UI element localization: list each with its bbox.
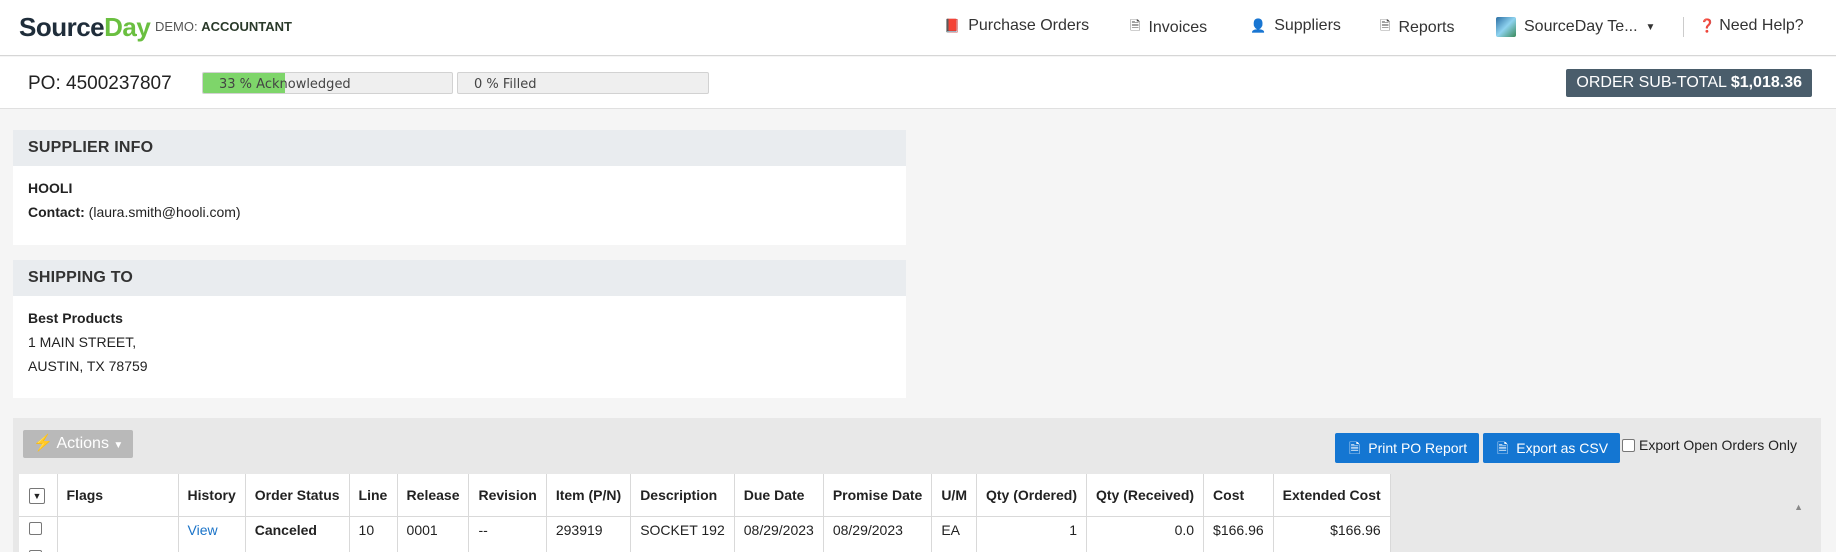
cell-release: 0001 (397, 516, 470, 544)
shipping-to-panel: SHIPPING TO Best Products 1 MAIN STREET,… (13, 260, 906, 398)
po-header: PO: 4500237807 33 % Acknowledged 0 % Fil… (0, 57, 1836, 109)
col-history[interactable]: History (178, 474, 246, 517)
document-icon: 🗎 (1349, 440, 1361, 456)
cell-revision: -- (468, 516, 547, 544)
cell-promise-date: 08/29/2023 (823, 516, 933, 544)
col-promise-date[interactable]: Promise Date (823, 474, 933, 517)
cell-extended-cost: $166.96 (1273, 516, 1391, 544)
col-extended-cost[interactable]: Extended Cost (1273, 474, 1391, 517)
print-po-report-button[interactable]: 🗎 Print PO Report (1335, 433, 1480, 463)
top-navbar: SourceDay DEMO: ACCOUNTANT 📕 Purchase Or… (0, 0, 1836, 56)
contact-icon: 👤 (1250, 18, 1267, 33)
nav-purchase-orders[interactable]: 📕 Purchase Orders (944, 17, 1089, 35)
supplier-name: HOOLI (28, 180, 73, 196)
col-description[interactable]: Description (630, 474, 735, 517)
invoice-icon: 🗎 (1130, 18, 1141, 33)
po-lines-table: ▼ Flags History Order Status Line Releas… (19, 474, 1391, 552)
filled-progress: 0 % Filled (457, 72, 709, 94)
contact-label: Contact: (28, 204, 85, 220)
caret-down-icon: ▼ (113, 440, 124, 451)
nav-divider (1683, 17, 1684, 37)
row-select[interactable] (19, 516, 58, 544)
cell-status: Canceled (245, 516, 350, 544)
demo-role-label: DEMO: ACCOUNTANT (155, 19, 292, 34)
nav-invoices[interactable]: 🗎 Invoices (1130, 17, 1207, 39)
cell-flags (57, 516, 179, 544)
col-qty-ordered[interactable]: Qty (Ordered) (976, 474, 1088, 517)
contact-value: (laura.smith@hooli.com) (88, 204, 241, 220)
report-icon: 🗎 (1380, 18, 1391, 33)
col-item[interactable]: Item (P/N) (546, 474, 632, 517)
cell-item: 293919 (546, 516, 632, 544)
export-open-orders-checkbox[interactable]: Export Open Orders Only (1622, 437, 1797, 453)
question-circle-icon: ❓ (1699, 18, 1716, 33)
col-qty-received[interactable]: Qty (Received) (1086, 474, 1205, 517)
cell-qty-received: 0.0 (1086, 516, 1205, 544)
ship-address-line1: 1 MAIN STREET, (28, 334, 137, 350)
col-cost[interactable]: Cost (1203, 474, 1274, 517)
document-icon: 🗎 (1497, 440, 1509, 456)
cell-line: 10 (349, 516, 398, 544)
cell-um: EA (931, 516, 977, 544)
cell-cost: $166.96 (1203, 516, 1274, 544)
supplier-info-panel: SUPPLIER INFO HOOLI Contact: (laura.smit… (13, 130, 906, 245)
need-help-link[interactable]: ❓ Need Help? (1699, 17, 1804, 35)
select-all-header[interactable]: ▼ (19, 474, 58, 517)
cell-description: SOCKET 192 (630, 516, 735, 544)
col-revision[interactable]: Revision (468, 474, 547, 517)
actions-button[interactable]: ⚡ Actions ▼ (23, 430, 134, 458)
ship-address-line2: AUSTIN, TX 78759 (28, 358, 148, 374)
chevron-down-icon[interactable]: ▼ (29, 487, 45, 504)
supplier-info-heading: SUPPLIER INFO (13, 130, 906, 166)
table-row[interactable]: View Canceled 10 0001 -- 293919 SOCKET 1… (19, 516, 1391, 544)
col-due-date[interactable]: Due Date (734, 474, 824, 517)
book-icon: 📕 (944, 18, 961, 33)
caret-down-icon: ▼ (1645, 21, 1656, 33)
nav-reports[interactable]: 🗎 Reports (1380, 17, 1454, 39)
cell-due-date: 08/29/2023 (734, 516, 824, 544)
nav-suppliers[interactable]: 👤 Suppliers (1250, 17, 1341, 35)
account-menu[interactable]: SourceDay Te... ▼ (1496, 17, 1655, 37)
cell-qty-ordered: 1 (976, 516, 1088, 544)
po-title: PO: 4500237807 (28, 73, 172, 94)
acknowledged-progress: 33 % Acknowledged (202, 72, 453, 94)
scroll-up-arrow-icon[interactable]: ▲ (1794, 502, 1803, 512)
col-line[interactable]: Line (349, 474, 398, 517)
export-csv-button[interactable]: 🗎 Export as CSV (1483, 433, 1621, 463)
checkbox[interactable] (29, 522, 42, 536)
col-um[interactable]: U/M (931, 474, 977, 517)
col-release[interactable]: Release (397, 474, 470, 517)
shipping-to-heading: SHIPPING TO (13, 260, 906, 296)
col-flags[interactable]: Flags (57, 474, 179, 517)
col-order-status[interactable]: Order Status (245, 474, 350, 517)
sourceday-logo[interactable]: SourceDay (19, 12, 151, 43)
table-header-row: ▼ Flags History Order Status Line Releas… (19, 474, 1391, 517)
bolt-icon: ⚡ (33, 435, 53, 452)
ship-name: Best Products (28, 310, 123, 326)
order-subtotal-badge: ORDER SUB-TOTAL $1,018.36 (1566, 69, 1812, 97)
table-row-partial[interactable] (19, 544, 1391, 552)
avatar (1496, 17, 1516, 37)
po-lines-section: ⚡ Actions ▼ 🗎 Print PO Report 🗎 Export a… (13, 418, 1821, 552)
checkbox[interactable] (1622, 438, 1635, 452)
history-view-link[interactable]: View (178, 516, 246, 544)
